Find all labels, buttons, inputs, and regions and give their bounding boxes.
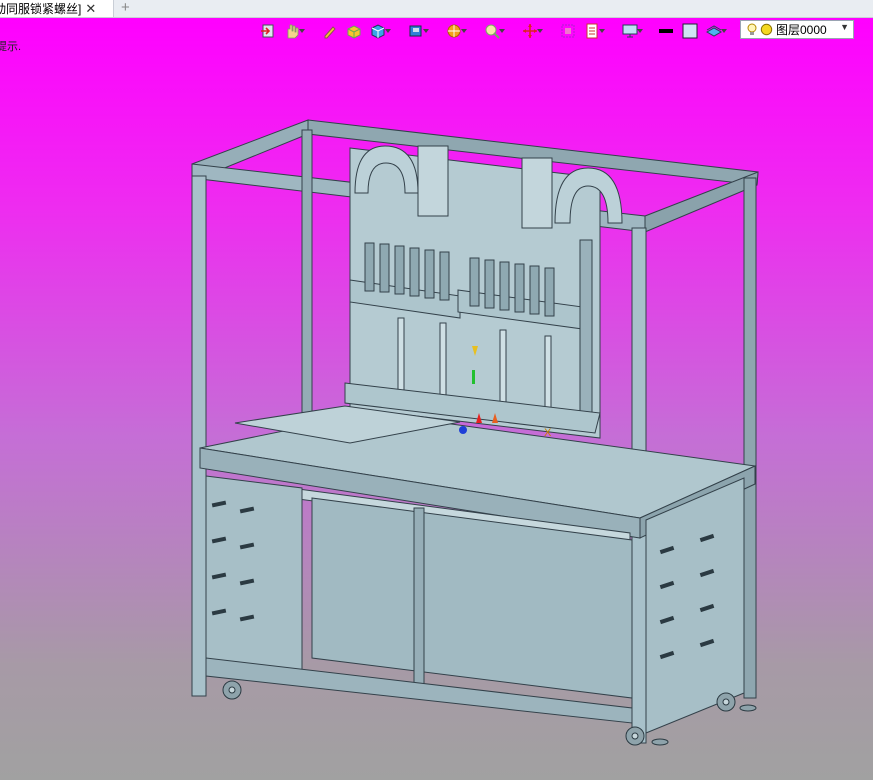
document-tab[interactable]: 动同服锁紧螺丝] ✕ xyxy=(0,0,114,17)
document-tab-title: 动同服锁紧螺丝] xyxy=(0,2,82,16)
close-icon[interactable]: ✕ xyxy=(85,1,96,17)
machine-model[interactable]: X xyxy=(0,18,873,780)
add-tab-button[interactable]: + xyxy=(121,0,130,16)
svg-text:X: X xyxy=(544,427,552,439)
document-tab-bar: 动同服锁紧螺丝] ✕ + xyxy=(0,0,873,18)
3d-viewport[interactable]: 提示. 图层0000 ▼ X xyxy=(0,18,873,780)
